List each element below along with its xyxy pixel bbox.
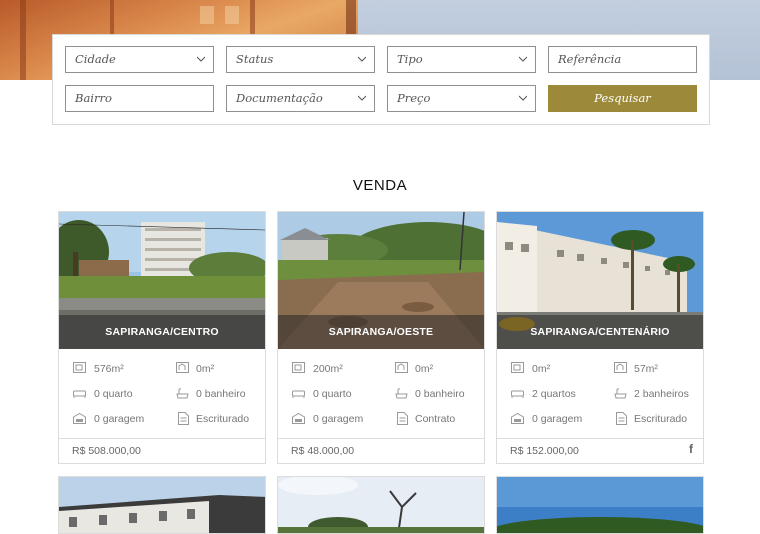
listing-photo[interactable]: SAPIRANGA/CENTRO bbox=[59, 212, 265, 349]
city-select[interactable]: Cidade bbox=[65, 46, 214, 73]
listing-price: R$ 48.000,00 bbox=[291, 445, 355, 457]
area-total: 0m² bbox=[532, 363, 551, 375]
price-select-label: Preço bbox=[397, 91, 431, 105]
document-icon bbox=[397, 412, 408, 425]
bathrooms: 2 banheiros bbox=[634, 388, 689, 400]
chevron-down-icon bbox=[197, 56, 205, 62]
listing-price: R$ 508.000,00 bbox=[72, 445, 141, 457]
card-divider bbox=[59, 438, 265, 439]
listing-location: SAPIRANGA/CENTENÁRIO bbox=[497, 315, 703, 349]
listing-photo[interactable]: SAPIRANGA/OESTE bbox=[278, 212, 484, 349]
garage: 0 garagem bbox=[313, 413, 364, 425]
reference-input-placeholder: Referência bbox=[558, 52, 622, 66]
card-divider bbox=[278, 438, 484, 439]
listing-location: SAPIRANGA/CENTRO bbox=[59, 315, 265, 349]
chevron-down-icon bbox=[358, 56, 366, 62]
document-status: Contrato bbox=[415, 413, 456, 425]
status-select[interactable]: Status bbox=[226, 46, 375, 73]
bedrooms: 2 quartos bbox=[532, 388, 576, 400]
listing-location: SAPIRANGA/OESTE bbox=[278, 315, 484, 349]
bedrooms: 0 quarto bbox=[313, 388, 352, 400]
document-status: Escriturado bbox=[196, 413, 250, 425]
area-built: 57m² bbox=[634, 363, 658, 375]
type-select-label: Tipo bbox=[397, 52, 423, 66]
listing-card[interactable] bbox=[496, 476, 704, 534]
area-total: 200m² bbox=[313, 363, 343, 375]
price-select[interactable]: Preço bbox=[387, 85, 536, 112]
garage-icon bbox=[292, 413, 305, 424]
garage-icon bbox=[511, 413, 524, 424]
search-button[interactable]: Pesquisar bbox=[548, 85, 697, 112]
garage: 0 garagem bbox=[94, 413, 145, 425]
section-title: VENDA bbox=[352, 177, 408, 194]
chevron-down-icon bbox=[519, 95, 527, 101]
bedrooms: 0 quarto bbox=[94, 388, 133, 400]
listing-card[interactable]: SAPIRANGA/OESTE 200m² 0m² 0 quarto 0 ban… bbox=[277, 211, 485, 464]
chevron-down-icon bbox=[358, 95, 366, 101]
bath-icon bbox=[395, 388, 408, 399]
area-built: 0m² bbox=[196, 363, 215, 375]
listing-photo[interactable] bbox=[278, 477, 485, 534]
bed-icon bbox=[511, 390, 524, 398]
area-total: 576m² bbox=[94, 363, 124, 375]
chevron-down-icon bbox=[519, 56, 527, 62]
status-select-label: Status bbox=[236, 52, 274, 66]
listing-card[interactable]: SAPIRANGA/CENTENÁRIO 0m² 57m² 2 quartos … bbox=[496, 211, 704, 464]
area-built-icon bbox=[614, 362, 627, 373]
listing-card[interactable] bbox=[277, 476, 485, 534]
listing-photo[interactable] bbox=[59, 477, 266, 534]
neighborhood-input[interactable]: Bairro bbox=[65, 85, 214, 112]
documentation-select-label: Documentação bbox=[236, 91, 323, 105]
garage-icon bbox=[73, 413, 86, 424]
listing-price: R$ 152.000,00 bbox=[510, 445, 579, 457]
area-built: 0m² bbox=[415, 363, 434, 375]
bed-icon bbox=[73, 390, 86, 398]
city-select-label: Cidade bbox=[75, 52, 116, 66]
listing-photo[interactable]: SAPIRANGA/CENTENÁRIO bbox=[497, 212, 703, 349]
type-select[interactable]: Tipo bbox=[387, 46, 536, 73]
document-icon bbox=[178, 412, 189, 425]
listing-photo[interactable] bbox=[497, 477, 704, 534]
area-built-icon bbox=[395, 362, 408, 373]
bathrooms: 0 banheiro bbox=[415, 388, 465, 400]
area-total-icon bbox=[73, 362, 86, 373]
bath-icon bbox=[176, 388, 189, 399]
listing-card[interactable]: SAPIRANGA/CENTRO 576m² 0m² 0 quarto 0 ba… bbox=[58, 211, 266, 464]
neighborhood-input-placeholder: Bairro bbox=[75, 91, 112, 105]
bathrooms: 0 banheiro bbox=[196, 388, 246, 400]
bath-icon bbox=[614, 388, 627, 399]
area-total-icon bbox=[511, 362, 524, 373]
facebook-icon[interactable]: f bbox=[689, 442, 693, 456]
area-total-icon bbox=[292, 362, 305, 373]
bed-icon bbox=[292, 390, 305, 398]
card-divider bbox=[497, 438, 703, 439]
listing-card[interactable] bbox=[58, 476, 266, 534]
document-status: Escriturado bbox=[634, 413, 688, 425]
document-icon bbox=[616, 412, 627, 425]
garage: 0 garagem bbox=[532, 413, 583, 425]
reference-input[interactable]: Referência bbox=[548, 46, 697, 73]
area-built-icon bbox=[176, 362, 189, 373]
documentation-select[interactable]: Documentação bbox=[226, 85, 375, 112]
